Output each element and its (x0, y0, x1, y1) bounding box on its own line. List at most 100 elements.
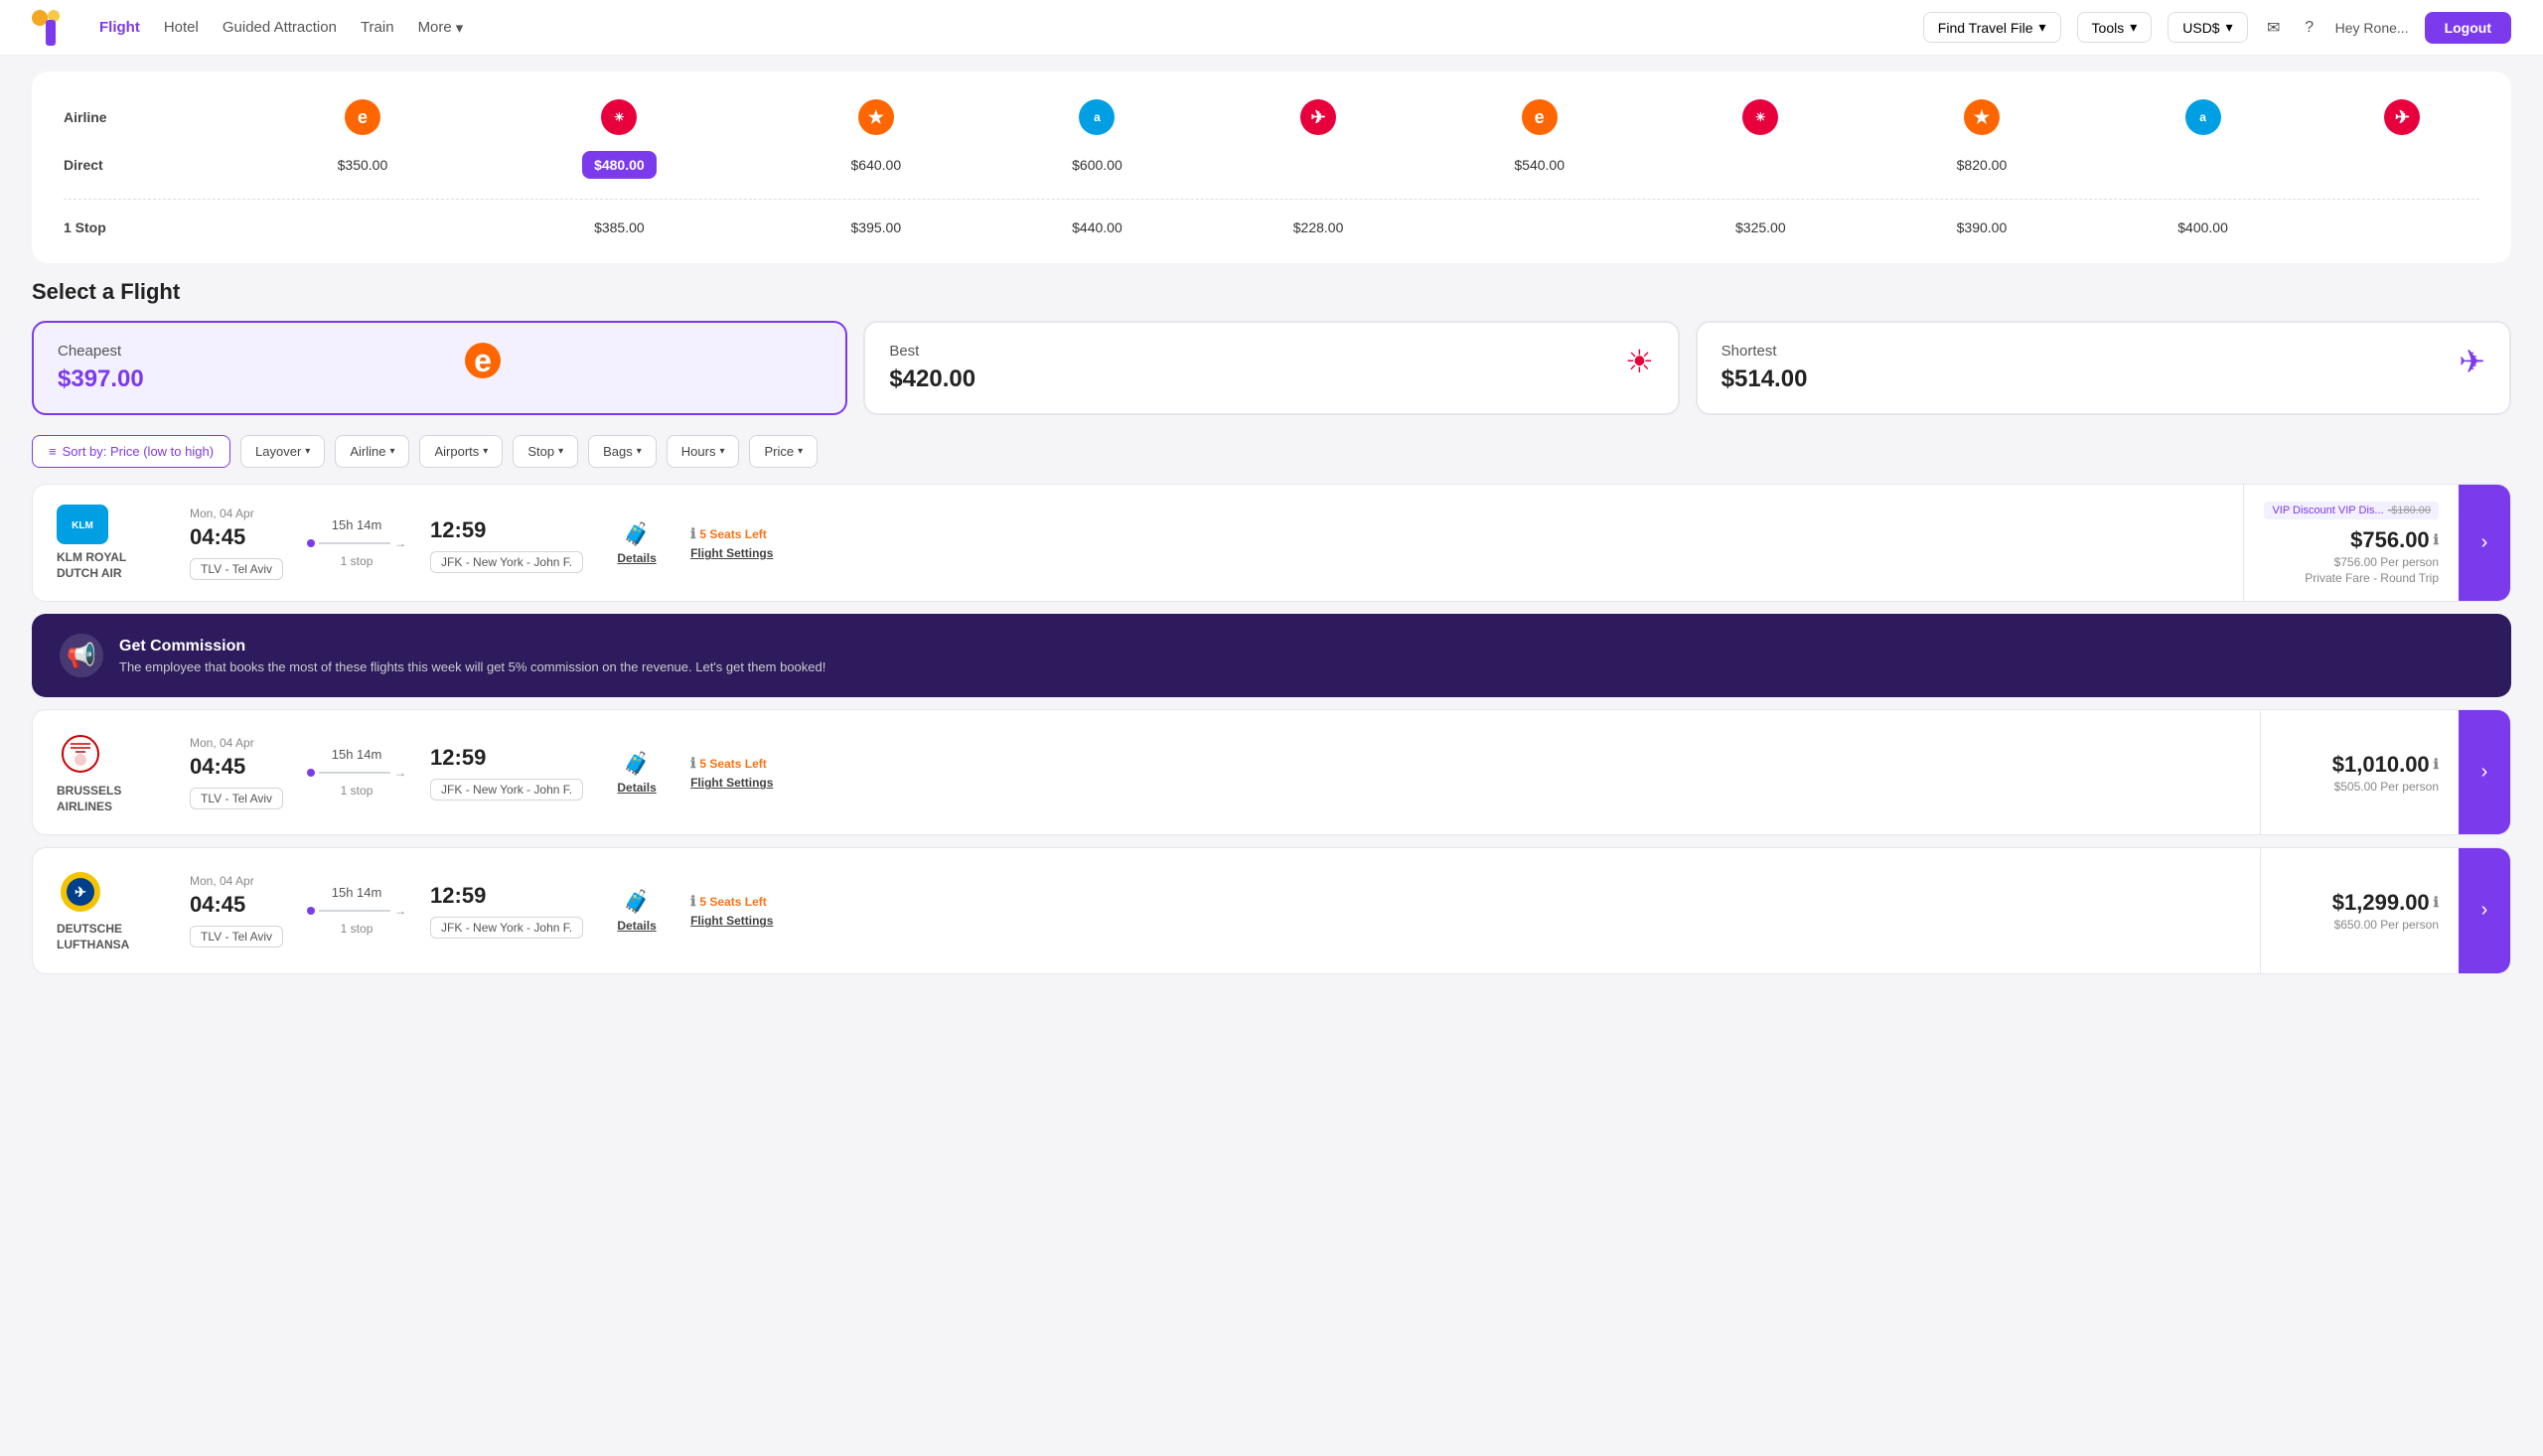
airline-logo-2: ☀ (473, 91, 765, 143)
stop-price-7[interactable]: $325.00 (1650, 212, 1871, 243)
stop-price-8[interactable]: $390.00 (1871, 212, 2093, 243)
duration-text-3: 15h 14m (332, 885, 382, 900)
main-price-3: $1,299.00 ℹ (2332, 890, 2439, 916)
stop-text-2: 1 stop (341, 784, 374, 798)
duration-line-3: → (307, 904, 406, 918)
direct-price-9 (2092, 143, 2314, 187)
nav-more[interactable]: More ▾ (418, 19, 464, 37)
cheapest-airline-icon: e (465, 343, 501, 378)
airports-filter[interactable]: Airports▾ (419, 435, 503, 468)
select-flight-btn-2[interactable]: › (2459, 710, 2510, 834)
airline-logo-8: ★ (1871, 91, 2093, 143)
stop-filter[interactable]: Stop▾ (513, 435, 578, 468)
airline-name-2: BRUSSELSAIRLINES (57, 784, 121, 814)
bags-filter[interactable]: Bags▾ (588, 435, 657, 468)
select-flight-btn-3[interactable]: › (2459, 848, 2510, 972)
shortest-card[interactable]: Shortest $514.00 ✈ (1696, 321, 2511, 415)
airline-logo-3: ★ (766, 91, 987, 143)
direct-price-6[interactable]: $540.00 (1428, 143, 1650, 187)
stop-price-9[interactable]: $400.00 (2092, 212, 2314, 243)
flight-price-2: $1,010.00 ℹ $505.00 Per person (2260, 710, 2459, 834)
lufthansa-logo: ✈ (57, 868, 104, 916)
airline-filter[interactable]: Airline▾ (335, 435, 409, 468)
logo-rect (46, 20, 56, 46)
stop-price-3[interactable]: $395.00 (766, 212, 987, 243)
details-label-2[interactable]: Details (617, 781, 656, 795)
price-filter[interactable]: Price▾ (749, 435, 818, 468)
navbar: Flight Hotel Guided Attraction Train Mor… (0, 0, 2543, 56)
direct-price-2[interactable]: $480.00 (473, 143, 765, 187)
arrive-airport-1: JFK - New York - John F. (430, 551, 583, 573)
duration-line-2: → (307, 766, 406, 780)
currency-btn[interactable]: USD$ ▾ (2168, 12, 2247, 43)
stop-text-3: 1 stop (341, 922, 374, 936)
layover-filter[interactable]: Layover▾ (240, 435, 325, 468)
shortest-plane-icon: ✈ (2459, 343, 2485, 380)
details-2[interactable]: 🧳 Details (607, 751, 667, 795)
logo (32, 10, 68, 46)
flight-duration-2: 15h 14m → 1 stop (307, 747, 406, 798)
flight-duration-1: 15h 14m → 1 stop (307, 517, 406, 568)
cheapest-label: Cheapest (58, 343, 144, 360)
airline-logo-7: ☀ (1650, 91, 1871, 143)
best-label: Best (889, 343, 975, 360)
hours-filter[interactable]: Hours▾ (667, 435, 740, 468)
logo-icon (32, 10, 68, 46)
fare-type-1: Private Fare - Round Trip (2305, 571, 2439, 585)
stop-price-4[interactable]: $440.00 (986, 212, 1208, 243)
sort-button[interactable]: ≡ Sort by: Price (low to high) (32, 435, 230, 468)
select-flight-btn-1[interactable]: › (2459, 485, 2510, 601)
seats-left-2: ℹ 5 Seats Left (690, 755, 767, 772)
flight-price-1: VIP Discount VIP Dis... -$180.00 $756.00… (2243, 485, 2459, 601)
line-dot-icon (307, 539, 315, 547)
help-icon[interactable]: ? (2300, 18, 2319, 38)
stop-price-2[interactable]: $385.00 (473, 212, 765, 243)
details-1[interactable]: 🧳 Details (607, 521, 667, 565)
airline-logo-10: ✈ (2314, 91, 2491, 143)
nav-train[interactable]: Train (361, 19, 394, 36)
price-table-section: Airline e ☀ ★ a ✈ e ☀ ★ a ✈ Direct $350.… (32, 72, 2511, 263)
price-info-icon-2: ℹ (2434, 756, 2439, 773)
direct-price-8[interactable]: $820.00 (1871, 143, 2093, 187)
chevron-down-icon: ▾ (2226, 19, 2233, 36)
flight-main-1: KLM KLM ROYALDUTCH AIR Mon, 04 Apr 04:45… (33, 485, 2243, 601)
direct-price-4[interactable]: $600.00 (986, 143, 1208, 187)
seats-left-3: ℹ 5 Seats Left (690, 893, 767, 910)
tools-btn[interactable]: Tools ▾ (2077, 12, 2153, 43)
logout-button[interactable]: Logout (2425, 12, 2511, 44)
direct-price-1[interactable]: $350.00 (252, 143, 474, 187)
price-info-icon-3: ℹ (2434, 894, 2439, 911)
find-travel-btn[interactable]: Find Travel File ▾ (1923, 12, 2061, 43)
details-label-3[interactable]: Details (617, 919, 656, 933)
cheapest-card[interactable]: Cheapest $397.00 e (32, 321, 847, 415)
seats-settings-3: ℹ 5 Seats Left Flight Settings (690, 893, 790, 928)
line-dot-icon-2 (307, 769, 315, 777)
depart-time-3: 04:45 (190, 892, 283, 918)
one-stop-row: 1 Stop $385.00 $395.00 $440.00 $228.00 $… (52, 212, 2491, 243)
chevron-down-icon: ▾ (637, 446, 642, 457)
stop-price-1 (252, 212, 474, 243)
direct-row: Direct $350.00 $480.00 $640.00 $600.00 $… (52, 143, 2491, 187)
details-3[interactable]: 🧳 Details (607, 889, 667, 933)
airline-header: Airline (52, 91, 252, 143)
sort-label: Sort by: Price (low to high) (63, 444, 214, 459)
flight-settings-3[interactable]: Flight Settings (690, 914, 773, 928)
nav-flight[interactable]: Flight (99, 19, 140, 36)
divider-row (52, 187, 2491, 212)
shortest-label: Shortest (1721, 343, 1808, 360)
nav-guided[interactable]: Guided Attraction (223, 19, 337, 36)
details-label-1[interactable]: Details (617, 551, 656, 565)
mail-icon[interactable]: ✉ (2264, 18, 2284, 38)
nav-hotel[interactable]: Hotel (164, 19, 199, 36)
flight-settings-1[interactable]: Flight Settings (690, 546, 773, 560)
user-greeting: Hey Rone... (2335, 20, 2409, 36)
best-card[interactable]: Best $420.00 ☀ (863, 321, 1679, 415)
airline-name-3: DEUTSCHELUFTHANSA (57, 922, 129, 952)
main-price-2: $1,010.00 ℹ (2332, 752, 2439, 778)
flight-settings-2[interactable]: Flight Settings (690, 776, 773, 790)
stop-price-5[interactable]: $228.00 (1208, 212, 1429, 243)
direct-price-3[interactable]: $640.00 (766, 143, 987, 187)
arrive-time-3: 12:59 (430, 883, 583, 909)
commission-text: The employee that books the most of thes… (119, 659, 825, 674)
depart-time-2: 04:45 (190, 754, 283, 780)
